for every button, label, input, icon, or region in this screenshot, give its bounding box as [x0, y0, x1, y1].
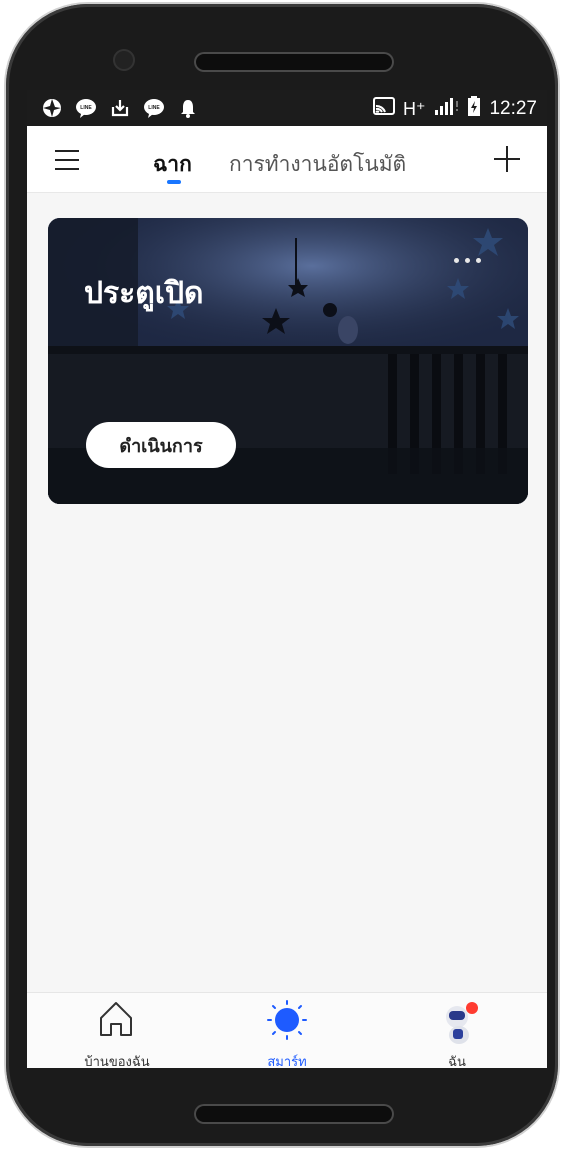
notification-icons: LINE LINE — [41, 97, 199, 119]
hamburger-menu-icon[interactable] — [55, 150, 79, 170]
cast-icon — [372, 97, 395, 121]
front-camera — [113, 49, 135, 71]
tab-automation[interactable]: การทำงานอัตโนมัติ — [229, 148, 406, 181]
status-bar: LINE LINE H⁺ 12:27 — [27, 90, 547, 126]
more-options-icon[interactable] — [454, 258, 481, 263]
nav-item-me[interactable]: ฉัน — [397, 999, 517, 1068]
signal-icon — [433, 97, 459, 121]
line-app-icon: LINE — [143, 97, 165, 119]
nav-label-home: บ้านของฉัน — [84, 1055, 150, 1068]
scene-card[interactable]: ประตูเปิด ดำเนินการ — [48, 218, 528, 504]
download-icon — [109, 97, 131, 119]
app-screen: LINE LINE H⁺ 12:27 ฉาก การทำงานอัตโนมัติ… — [27, 90, 547, 1068]
clock: 12:27 — [489, 98, 537, 119]
nav-label-me: ฉัน — [448, 1055, 466, 1068]
line-app-icon: LINE — [75, 97, 97, 119]
home-icon — [100, 1002, 132, 1036]
app-bar: ฉาก การทำงานอัตโนมัติ — [27, 126, 547, 193]
bottom-navigation: บ้านของฉัน สมาร์ท ฉัน — [27, 992, 547, 1068]
svg-text:LINE: LINE — [80, 105, 92, 111]
system-status: H⁺ 12:27 — [372, 96, 537, 122]
nav-label-smart: สมาร์ท — [267, 1055, 307, 1068]
battery-icon — [467, 96, 481, 122]
bottom-speaker — [194, 1104, 394, 1124]
bell-icon — [177, 97, 199, 119]
active-tab-indicator — [167, 180, 181, 184]
sun-icon — [267, 1000, 307, 1040]
svg-text:LINE: LINE — [148, 105, 160, 111]
tab-scenes[interactable]: ฉาก — [153, 148, 192, 181]
network-type: H⁺ — [402, 98, 426, 119]
nav-item-home[interactable]: บ้านของฉัน — [57, 999, 177, 1068]
earpiece-speaker — [194, 52, 394, 72]
scene-title: ประตูเปิด — [84, 276, 204, 311]
aperture-icon — [41, 97, 63, 119]
nav-item-smart[interactable]: สมาร์ท — [227, 999, 347, 1068]
execute-scene-button[interactable]: ดำเนินการ — [86, 422, 236, 468]
add-icon[interactable] — [494, 146, 520, 172]
profile-avatar-icon — [446, 1002, 478, 1044]
